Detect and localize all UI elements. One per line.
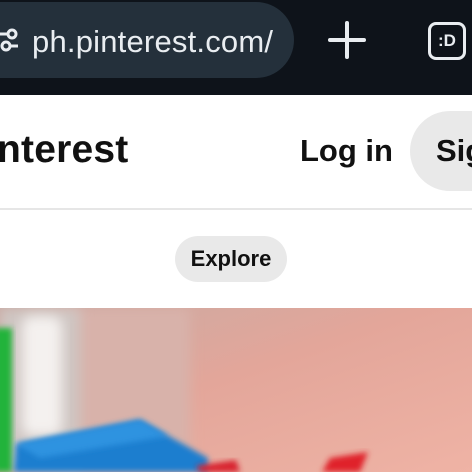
explore-tab-label: Explore: [190, 246, 272, 271]
tab-switcher-button[interactable]: :D: [428, 22, 466, 60]
signup-button[interactable]: Sign up: [410, 111, 472, 191]
site-header: interest Log in Sign up: [0, 95, 472, 210]
brand-logo-text[interactable]: interest: [0, 124, 128, 176]
phone-screen: ph.pinterest.com/ :D interest Log in Sig…: [0, 0, 472, 472]
nav-row: Explore: [0, 210, 472, 308]
explore-tab[interactable]: Explore: [175, 236, 287, 282]
site-settings-icon[interactable]: [0, 26, 18, 56]
signup-button-label: Sign up: [436, 133, 472, 168]
new-tab-button[interactable]: [322, 17, 372, 63]
plus-icon: [328, 21, 366, 59]
url-text[interactable]: ph.pinterest.com/: [32, 20, 288, 64]
browser-toolbar: ph.pinterest.com/ :D: [0, 0, 472, 95]
hero-image[interactable]: [0, 308, 472, 472]
tab-count-badge: :D: [428, 22, 466, 60]
login-button[interactable]: Log in: [300, 130, 393, 172]
address-bar[interactable]: ph.pinterest.com/: [0, 2, 294, 78]
hero-photo: [0, 308, 472, 472]
